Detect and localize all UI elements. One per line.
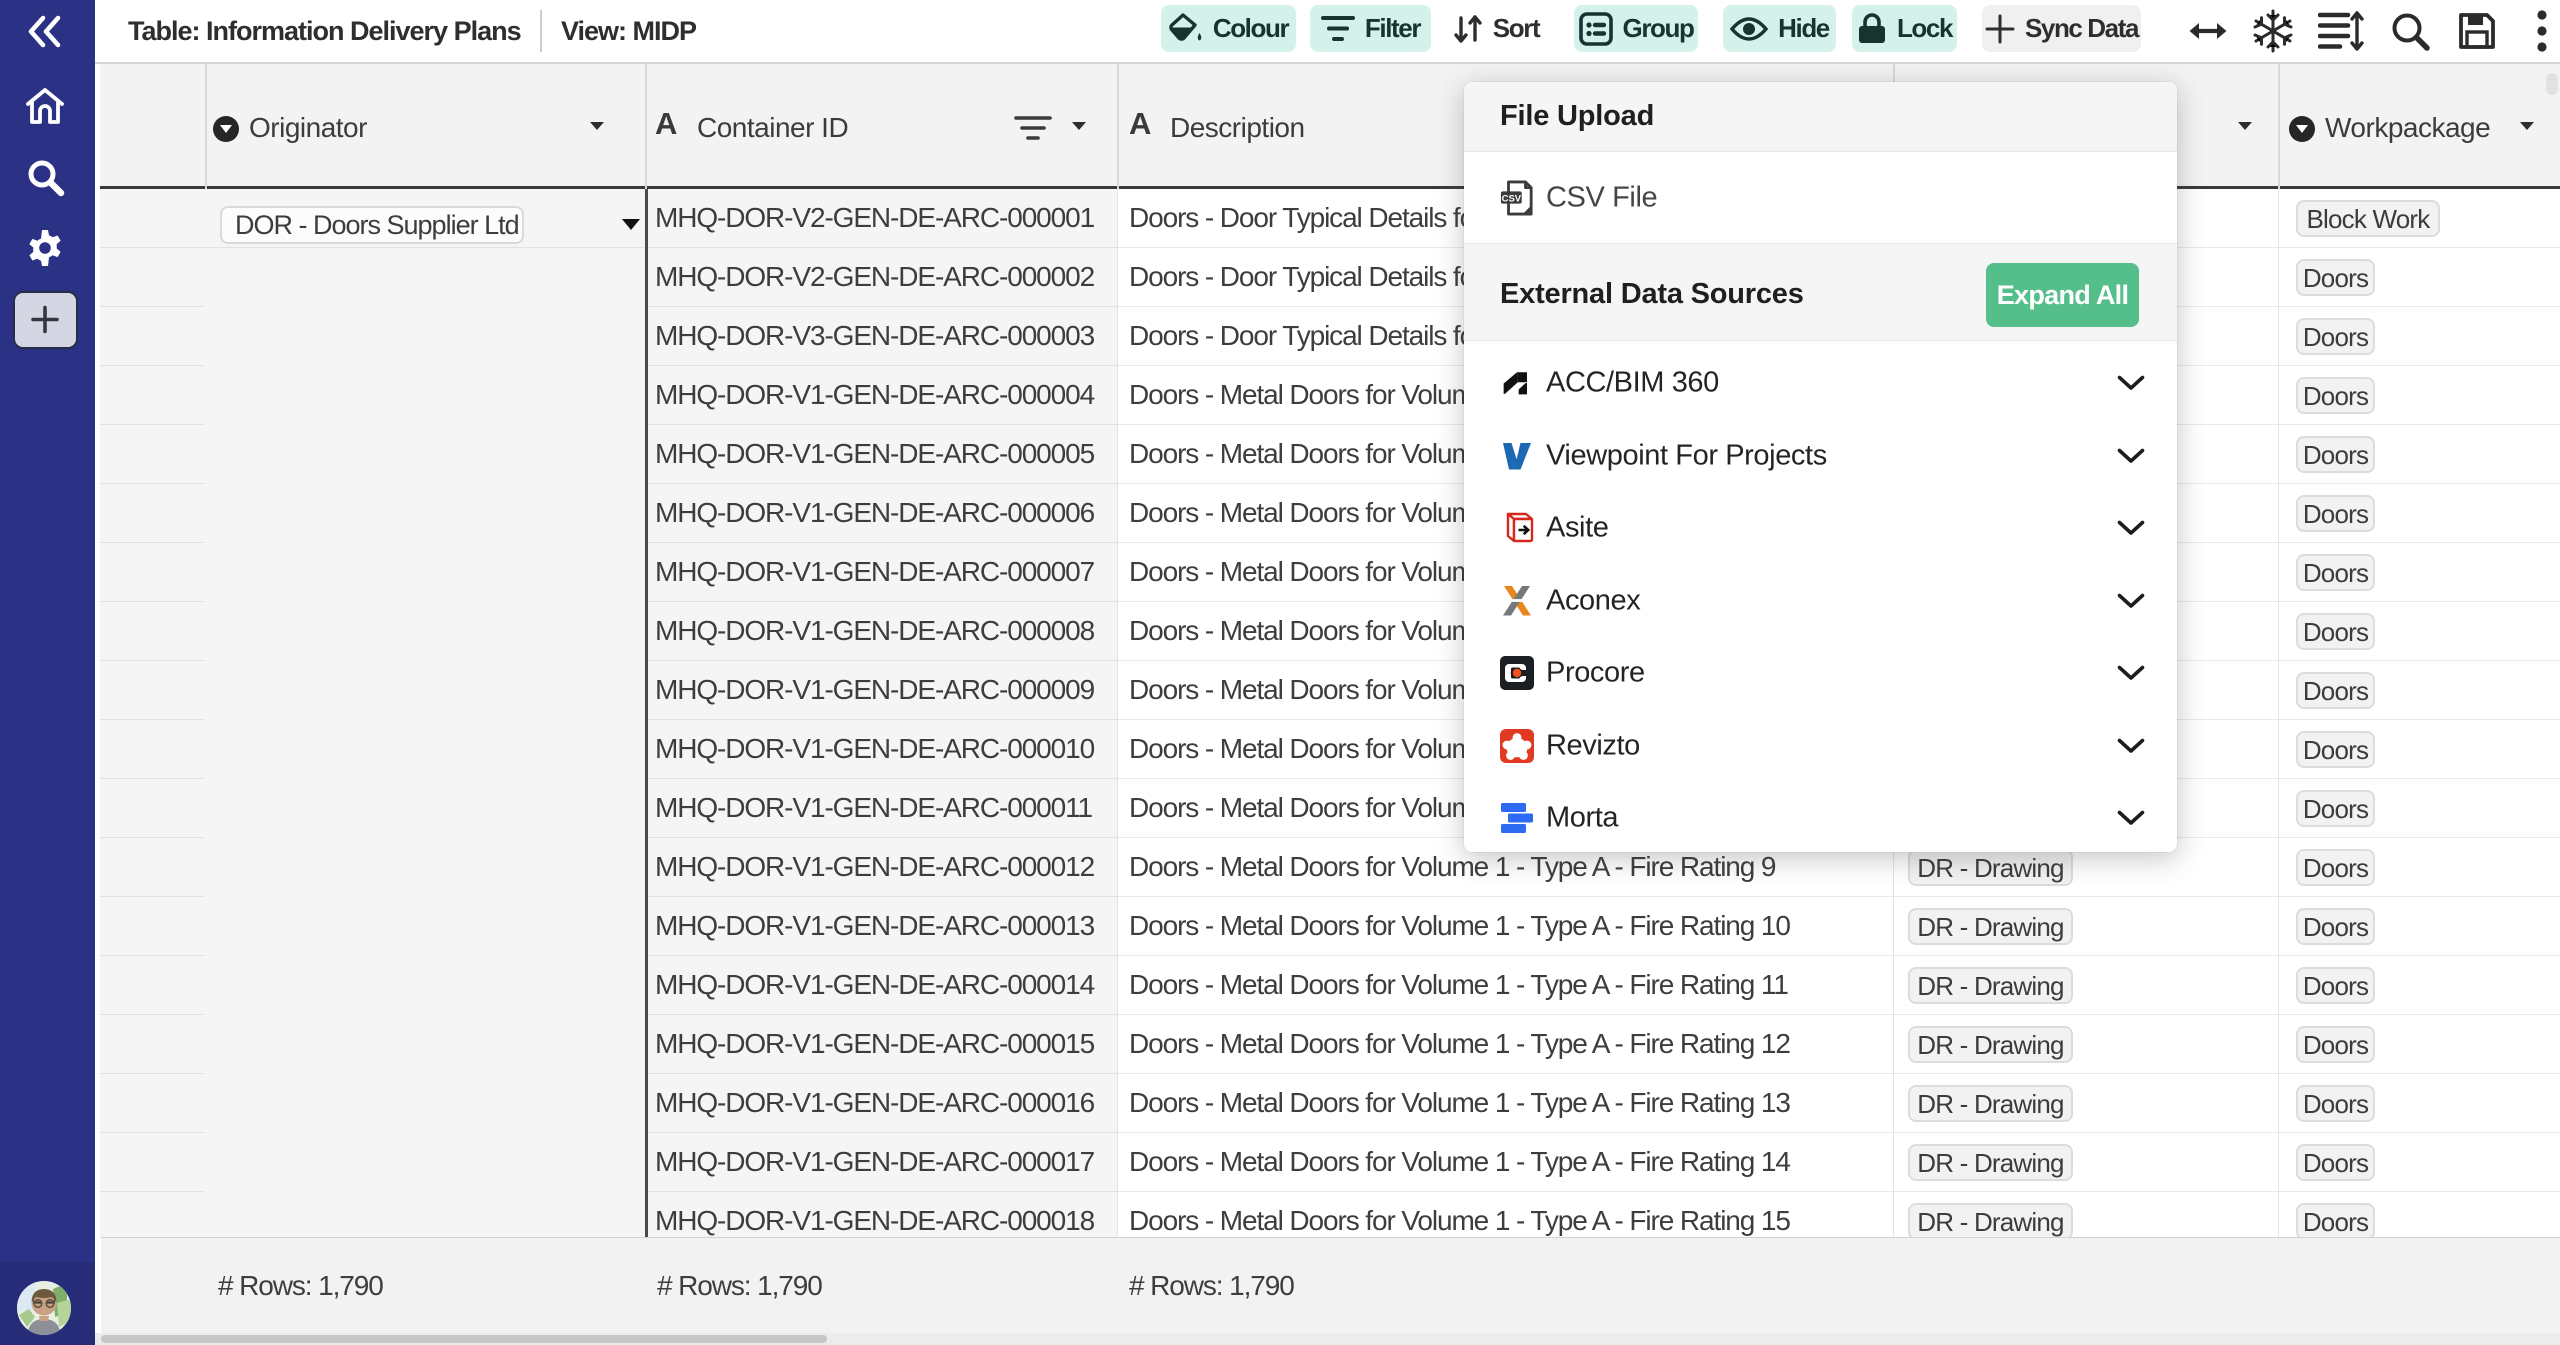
svg-text:CSV: CSV <box>1502 193 1522 204</box>
